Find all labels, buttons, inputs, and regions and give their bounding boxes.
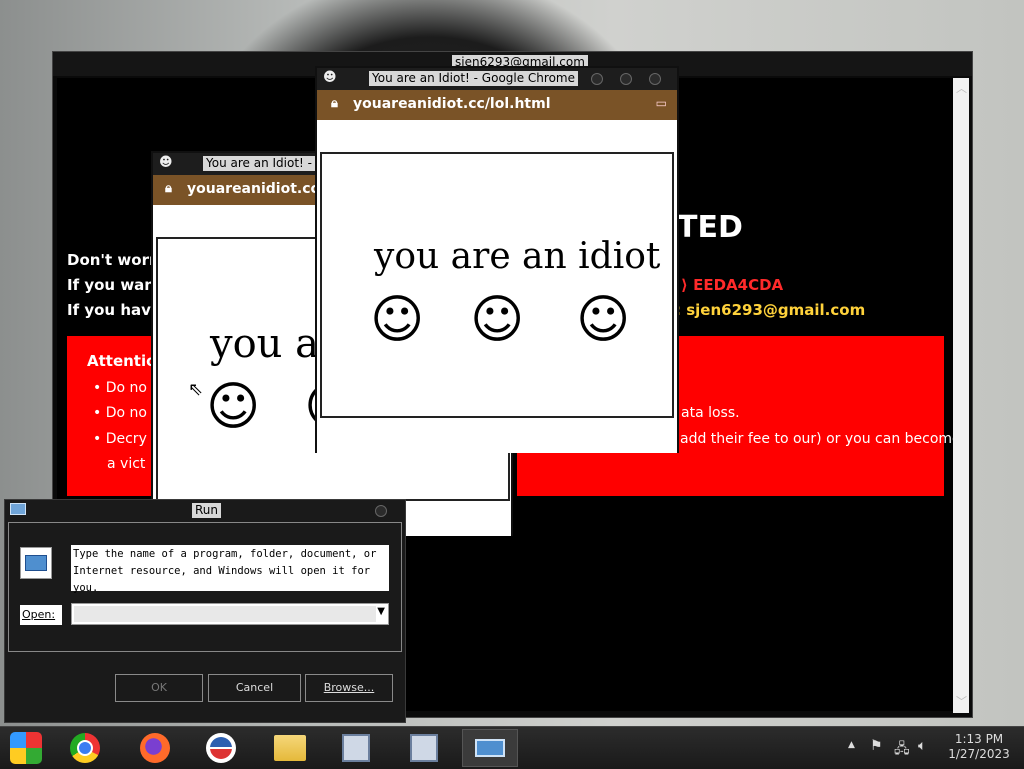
smiley-icon: ☺	[576, 290, 631, 350]
ransom-right-2: add their fee to our) or you can become	[680, 431, 961, 447]
open-input[interactable]	[74, 606, 376, 622]
ransom-line-2: If you want	[67, 276, 163, 294]
clock-date: 1/27/2023	[948, 747, 1010, 761]
taskbar-installer-2[interactable]	[396, 729, 452, 767]
taskbar-obama[interactable]	[193, 729, 249, 767]
chrome-front-frame: you are an idiot ☺ ☺ ☺	[320, 152, 674, 418]
volume-icon[interactable]: 🔈︎	[918, 738, 926, 754]
close-button[interactable]	[375, 505, 387, 517]
run-program-icon	[20, 547, 52, 579]
taskbar-file-explorer[interactable]	[262, 729, 318, 767]
taskbar: ▲ ⚑ 🖧︎ 🔈︎ 1:13 PM 1/27/2023	[0, 726, 1024, 769]
taskbar-run[interactable]	[462, 729, 518, 767]
taskbar-chrome[interactable]	[57, 729, 113, 767]
cancel-button[interactable]: Cancel	[208, 674, 301, 702]
open-combobox[interactable]: ▼	[71, 603, 389, 625]
maximize-button[interactable]	[620, 73, 632, 85]
smiley-icon: ☺	[370, 290, 425, 350]
scroll-down-icon[interactable]: ﹀	[956, 693, 967, 709]
open-label: Open:	[20, 605, 62, 625]
run-title: Run	[192, 503, 222, 518]
chrome-front-titlebar[interactable]: ☻ You are an Idiot! - Google Chrome	[317, 68, 677, 90]
close-button[interactable]	[649, 73, 661, 85]
ok-button[interactable]: OK	[115, 674, 203, 702]
chrome-front-url: youareanidiot.cc/lol.html	[353, 96, 551, 112]
smiley-icon: ☺	[470, 290, 525, 350]
ransom-email[interactable]: : sjen6293@gmail.com	[675, 301, 865, 319]
ransom-id-code: ⟩ EEDA4CDA	[681, 276, 784, 294]
run-icon	[475, 739, 505, 757]
lock-icon: 🔒︎	[331, 96, 338, 111]
chrome-front-address-bar[interactable]: 🔒︎ youareanidiot.cc/lol.html ▭	[317, 90, 677, 120]
smiley-favicon-icon: ☻	[159, 155, 173, 170]
mouse-cursor-icon: ⇖	[188, 379, 204, 400]
browse-button[interactable]: Browse...	[305, 674, 393, 702]
idiot-text-front: you are an idiot	[374, 236, 661, 277]
popup-blocked-icon[interactable]: ▭	[656, 96, 667, 110]
file-explorer-icon	[274, 735, 306, 761]
obama-icon	[206, 733, 236, 763]
clock[interactable]: 1:13 PM 1/27/2023	[940, 732, 1018, 762]
ransom-scrollbar[interactable]: ︿ ﹀	[953, 78, 969, 713]
smiley-favicon-icon: ☻	[323, 70, 337, 85]
chrome-icon	[70, 733, 100, 763]
smiley-icon: ☺	[206, 377, 261, 437]
chrome-window-front[interactable]: ☻ You are an Idiot! - Google Chrome 🔒︎ y…	[315, 66, 679, 453]
run-titlebar[interactable]: Run	[5, 500, 405, 522]
chevron-up-icon[interactable]: ▲	[848, 740, 855, 750]
bullet-3: • Decry	[93, 431, 147, 447]
flag-icon[interactable]: ⚑	[870, 738, 883, 754]
run-description: Type the name of a program, folder, docu…	[71, 545, 389, 594]
run-body: Type the name of a program, folder, docu…	[8, 522, 402, 652]
network-icon[interactable]: 🖧︎	[894, 738, 910, 762]
chrome-front-page: you are an idiot ☺ ☺ ☺	[317, 120, 677, 453]
run-app-icon	[10, 503, 26, 515]
ransom-line-3: If you have	[67, 301, 162, 319]
bullet-2: • Do no	[93, 405, 147, 421]
installer-icon	[410, 734, 438, 762]
chevron-down-icon[interactable]: ▼	[377, 606, 385, 617]
clock-time: 1:13 PM	[954, 732, 1004, 746]
installer-icon	[342, 734, 370, 762]
bullet-1: • Do no	[93, 380, 147, 396]
start-button[interactable]	[0, 729, 52, 767]
minimize-button[interactable]	[591, 73, 603, 85]
ransom-heading: TED	[677, 210, 743, 245]
taskbar-firefox[interactable]	[127, 729, 183, 767]
bullet-3-cont: a vict	[107, 456, 146, 472]
chrome-front-title: You are an Idiot! - Google Chrome	[369, 71, 578, 86]
taskbar-installer-1[interactable]	[328, 729, 384, 767]
scroll-up-icon[interactable]: ︿	[956, 80, 967, 96]
start-icon	[10, 732, 42, 764]
run-dialog[interactable]: Run Type the name of a program, folder, …	[4, 499, 406, 723]
ransom-right-1: ata loss.	[681, 405, 740, 421]
firefox-icon	[140, 733, 170, 763]
lock-icon: 🔒︎	[165, 181, 172, 196]
